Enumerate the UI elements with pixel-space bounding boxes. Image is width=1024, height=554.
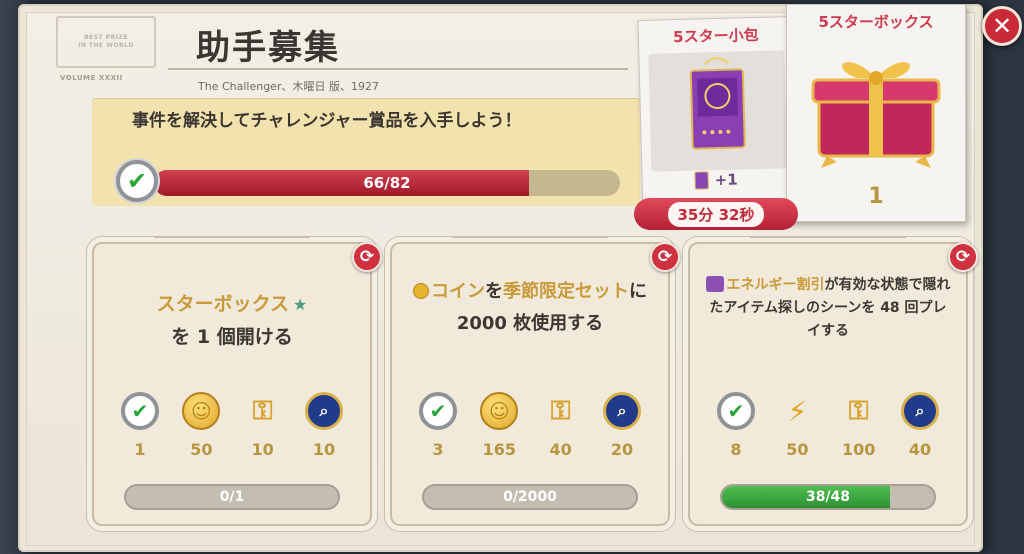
magnifier-badge-icon: ⌕ (304, 392, 343, 430)
task-description: スターボックス ★ を 1 個開ける (108, 288, 356, 353)
refresh-icon: ⟳ (955, 247, 971, 267)
task-progress-bar: 0/2000 (422, 484, 638, 510)
coin-icon (413, 283, 429, 299)
task-text: を (485, 281, 503, 302)
task-card-open-starbox: ⟳ スターボックス ★ を 1 個開ける ✔ 1 ☺ 50 ⚿ 10 ⌕ 10 0/1 (92, 236, 382, 526)
reward-card-title: 5スターボックス (818, 13, 934, 31)
key-icon: ⚿ (252, 395, 273, 426)
magnifier-badge-icon: ⌕ (900, 392, 939, 430)
task-progress-bar: 38/48 (720, 484, 936, 510)
card-ornament (452, 236, 608, 240)
close-icon: ✕ (991, 12, 1013, 40)
reward-value: 3 (432, 440, 444, 459)
title-divider (168, 68, 628, 70)
check-badge-icon: ✔ (121, 392, 159, 430)
lightning-icon: ⚡ (787, 394, 808, 428)
coin-icon: ☺ (480, 392, 519, 430)
reward-value: 50 (190, 440, 213, 459)
task-highlight: コイン (431, 281, 485, 302)
task-progress-bar: 0/1 (124, 484, 340, 510)
stamp-line-1: BEST PRIZE (84, 34, 128, 41)
close-button[interactable]: ✕ (982, 6, 1022, 46)
reward-item: ⌕ 10 (298, 392, 350, 459)
reward-item: ⚿ 40 (535, 392, 587, 460)
reward-item: ☺ 50 (175, 392, 227, 459)
refresh-button[interactable]: ⟳ (948, 242, 978, 272)
reward-value: 40 (549, 440, 572, 459)
reward-item: ✔ 3 (412, 392, 464, 459)
reward-item: ✔ 1 (114, 392, 166, 459)
task-rewards: ✔ 1 ☺ 50 ⚿ 10 ⌕ 10 (114, 392, 350, 459)
task-rewards: ✔ 8 ⚡ 50 ⚿ 100 ⌕ 40 (710, 392, 946, 459)
task-highlight: 季節限定セット (503, 281, 629, 302)
timer-label: 35分 32秒 (667, 201, 765, 227)
energy-discount-icon (705, 276, 724, 292)
reward-card-5star-pack[interactable]: 5スター小包 +1 (637, 15, 799, 219)
task-text: を 1 個開ける (171, 326, 293, 348)
pack-plus-amount: +1 (694, 170, 738, 190)
refresh-icon: ⟳ (657, 247, 673, 267)
task-rewards: ✔ 3 ☺ 165 ⚿ 40 ⌕ 20 (412, 392, 648, 459)
main-quest-progress-bar: 66/82 (154, 170, 620, 196)
task-card-play-scenes: ⟳ エネルギー割引が有効な状態で隠れたアイテム探しのシーンを 48 回プレイする… (688, 236, 978, 526)
box-count: 1 (868, 184, 884, 209)
main-quest-progress-label: 66/82 (363, 174, 411, 192)
stamp-line-2: IN THE WORLD (78, 42, 134, 49)
star-badge-icon: ★ (293, 295, 308, 314)
check-badge-icon: ✔ (116, 160, 158, 202)
task-progress-label: 0/2000 (503, 489, 557, 505)
task-progress-label: 0/1 (219, 489, 245, 505)
pack-plus-label: +1 (714, 170, 738, 190)
reward-value: 10 (251, 440, 274, 459)
reward-value: 8 (730, 440, 742, 459)
magnifier-badge-icon: ⌕ (602, 392, 641, 430)
coin-icon: ☺ (182, 392, 221, 430)
mini-bag-icon (694, 171, 709, 190)
reward-value: 40 (908, 440, 932, 459)
reward-item: ☺ 165 (473, 392, 525, 459)
newspaper-stamp: BEST PRIZE IN THE WORLD (56, 16, 156, 68)
reward-value: 50 (786, 440, 809, 459)
reward-value: 100 (841, 440, 876, 459)
main-quest-banner: 事件を解決してチャレンジャー賞品を入手しよう！ 66/82 ✔ (92, 98, 640, 206)
key-icon: ⚿ (550, 395, 571, 426)
page-subtitle: The Challenger、木曜日 版、1927 (198, 80, 379, 93)
reward-item: ⚡ 50 (771, 392, 823, 460)
reward-item: ⌕ 40 (894, 392, 946, 459)
reward-item: ⚿ 10 (237, 392, 289, 460)
timer-ribbon: 35分 32秒 (634, 198, 798, 230)
task-card-spend-coins: ⟳ コインを季節限定セットに 2000 枚使用する ✔ 3 ☺ 165 ⚿ 40 ⌕ 2… (390, 236, 680, 526)
task-highlight: スターボックス (156, 293, 290, 315)
volume-label: VOLUME XXXII (60, 74, 123, 82)
card-ornament (154, 236, 310, 240)
reward-value: 1 (134, 440, 146, 459)
key-icon: ⚿ (848, 395, 869, 426)
pink-gift-box-icon (797, 38, 955, 178)
task-highlight: エネルギー割引 (726, 277, 825, 293)
task-description: コインを季節限定セットに 2000 枚使用する (406, 276, 654, 340)
reward-value: 10 (312, 440, 336, 459)
card-ornament (750, 236, 906, 240)
reward-value: 20 (610, 440, 634, 459)
task-progress-label: 38/48 (805, 489, 851, 505)
refresh-button[interactable]: ⟳ (352, 242, 382, 272)
page-title: 助手募集 (196, 28, 340, 68)
reward-item: ✔ 8 (710, 392, 762, 459)
refresh-button[interactable]: ⟳ (650, 242, 680, 272)
check-badge-icon: ✔ (717, 392, 755, 430)
reward-item: ⚿ 100 (833, 392, 885, 460)
task-description: エネルギー割引が有効な状態で隠れたアイテム探しのシーンを 48 回プレイする (704, 274, 952, 343)
purple-bag-icon (648, 50, 788, 172)
refresh-icon: ⟳ (359, 247, 375, 267)
main-quest-text: 事件を解決してチャレンジャー賞品を入手しよう！ (132, 111, 522, 131)
reward-card-5star-box[interactable]: 5スターボックス 1 (786, 4, 966, 222)
reward-item: ⌕ 20 (596, 392, 648, 459)
check-badge-icon: ✔ (419, 392, 457, 430)
reward-card-title: 5スター小包 (672, 25, 759, 47)
reward-value: 165 (482, 440, 517, 459)
